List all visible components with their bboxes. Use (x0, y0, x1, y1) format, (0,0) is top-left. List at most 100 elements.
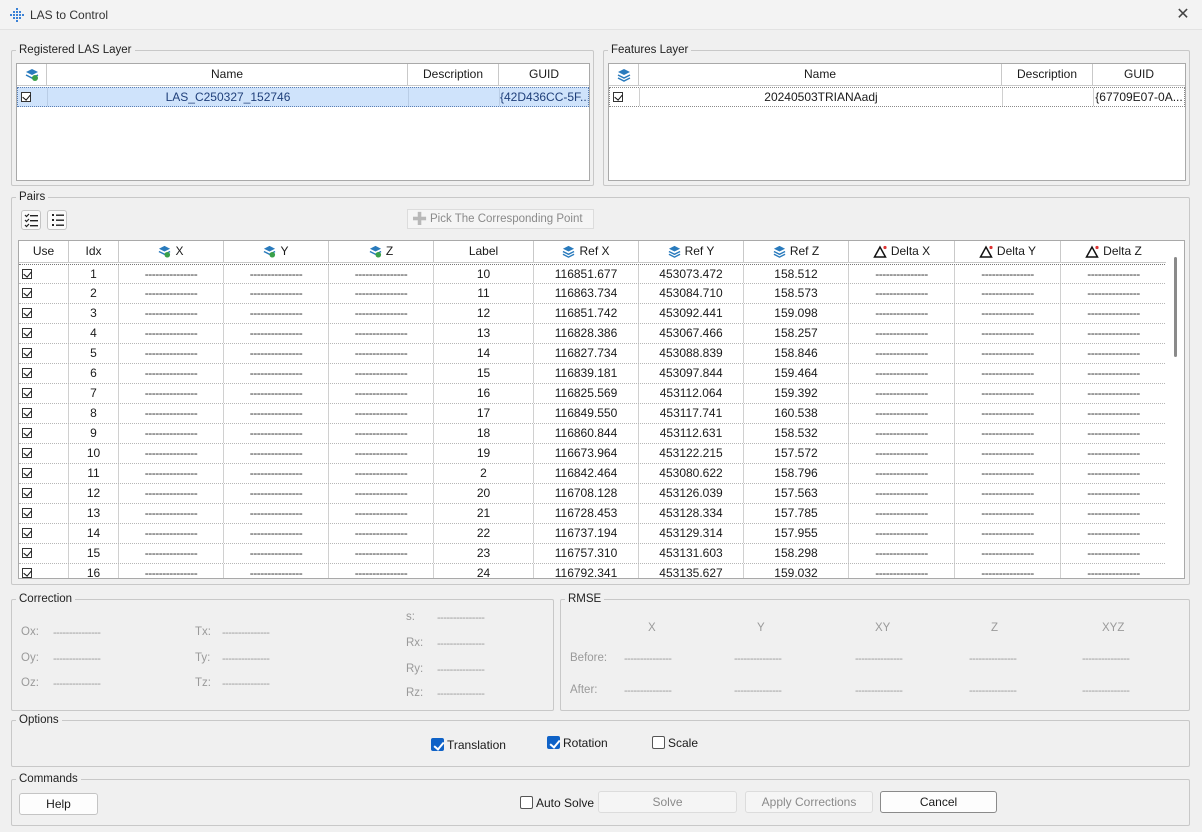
column-label[interactable]: Label (434, 241, 534, 262)
table-row[interactable]: 12 --------------- --------------- --------… (19, 484, 1167, 504)
column-description[interactable]: Description (408, 64, 499, 85)
layer-icon-column (609, 64, 639, 85)
column-z[interactable]: Z (329, 241, 434, 262)
table-row[interactable]: 20240503TRIANAadj {67709E07-0A... (609, 87, 1185, 107)
cell-ref-x: 116851.742 (534, 304, 639, 323)
translation-checkbox[interactable] (431, 738, 444, 752)
use-checkbox[interactable] (22, 507, 32, 518)
cell-use[interactable] (19, 504, 69, 523)
table-row[interactable]: 11 --------------- --------------- --------… (19, 464, 1167, 484)
row-check[interactable] (610, 88, 640, 106)
pick-corresponding-point-button[interactable]: ✚ Pick The Corresponding Point (407, 209, 594, 229)
close-button[interactable]: ✕ (1172, 4, 1194, 26)
cell-use[interactable] (19, 364, 69, 383)
table-row[interactable]: 13 --------------- --------------- --------… (19, 504, 1167, 524)
column-delta-z[interactable]: Delta Z (1061, 241, 1167, 262)
rmse-col-z: Z (991, 622, 999, 634)
cell-use[interactable] (19, 484, 69, 503)
use-checkbox[interactable] (22, 487, 32, 498)
table-row[interactable]: 5 --------------- --------------- ---------… (19, 344, 1167, 364)
column-delta-y[interactable]: Delta Y (955, 241, 1061, 262)
use-checkbox[interactable] (22, 268, 32, 279)
table-row[interactable]: 7 --------------- --------------- ---------… (19, 384, 1167, 404)
table-row[interactable]: LAS_C250327_152746 {42D436CC-5F... (17, 87, 589, 107)
use-checkbox[interactable] (22, 547, 32, 558)
table-row[interactable]: 10 --------------- --------------- --------… (19, 444, 1167, 464)
table-row[interactable]: 8 --------------- --------------- ---------… (19, 404, 1167, 424)
rotation-option[interactable]: Rotation (547, 736, 608, 751)
check-all-button[interactable] (21, 210, 41, 230)
auto-solve-option[interactable]: Auto Solve (520, 796, 594, 811)
table-row[interactable]: 14 --------------- --------------- --------… (19, 524, 1167, 544)
use-checkbox[interactable] (22, 367, 32, 378)
cell-use[interactable] (19, 464, 69, 483)
table-row[interactable]: 9 --------------- --------------- ---------… (19, 424, 1167, 444)
table-row[interactable]: 4 --------------- --------------- ---------… (19, 324, 1167, 344)
table-row[interactable]: 1 --------------- --------------- ---------… (19, 264, 1167, 284)
pairs-legend: Pairs (16, 190, 49, 204)
las-layer-table[interactable]: Name Description GUID LAS_C250327_152746… (16, 63, 590, 181)
auto-solve-checkbox[interactable] (520, 796, 533, 810)
cell-use[interactable] (19, 284, 69, 303)
reference-layers-icon (668, 246, 680, 259)
use-checkbox[interactable] (22, 467, 32, 478)
column-ref-y[interactable]: Ref Y (639, 241, 744, 262)
use-checkbox[interactable] (22, 567, 32, 578)
help-button[interactable]: Help (19, 793, 98, 815)
column-description[interactable]: Description (1002, 64, 1093, 85)
rotation-checkbox[interactable] (547, 736, 560, 750)
pairs-table[interactable]: Use Idx X Y Z Label Ref X Ref Y Ref Z Delta X Delt… (18, 240, 1185, 579)
column-delta-x[interactable]: Delta X (849, 241, 955, 262)
use-checkbox[interactable] (22, 527, 32, 538)
cell-use[interactable] (19, 444, 69, 463)
column-name[interactable]: Name (47, 64, 408, 85)
cell-use[interactable] (19, 564, 69, 578)
uncheck-all-button[interactable] (47, 210, 67, 230)
cell-use[interactable] (19, 344, 69, 363)
use-checkbox[interactable] (22, 307, 32, 318)
cell-use[interactable] (19, 384, 69, 403)
cell-use[interactable] (19, 404, 69, 423)
column-y[interactable]: Y (224, 241, 329, 262)
column-use[interactable]: Use (19, 241, 69, 262)
column-guid[interactable]: GUID (1093, 64, 1185, 85)
column-guid[interactable]: GUID (499, 64, 589, 85)
use-checkbox[interactable] (22, 327, 32, 338)
table-row[interactable]: 2 --------------- --------------- ---------… (19, 284, 1167, 304)
features-layer-table[interactable]: Name Description GUID 20240503TRIANAadj … (608, 63, 1186, 181)
column-name[interactable]: Name (639, 64, 1002, 85)
column-ref-z[interactable]: Ref Z (744, 241, 849, 262)
table-row[interactable]: 15 --------------- --------------- --------… (19, 544, 1167, 564)
table-row[interactable]: 6 --------------- --------------- ---------… (19, 364, 1167, 384)
cell-use[interactable] (19, 265, 69, 283)
use-checkbox[interactable] (22, 287, 32, 298)
use-checkbox[interactable] (22, 407, 32, 418)
column-idx[interactable]: Idx (69, 241, 119, 262)
scale-option[interactable]: Scale (652, 736, 698, 751)
use-checkbox[interactable] (22, 427, 32, 438)
vertical-scrollbar[interactable] (1166, 241, 1184, 578)
use-checkbox[interactable] (22, 387, 32, 398)
column-x[interactable]: X (119, 241, 224, 262)
scale-checkbox[interactable] (652, 736, 665, 750)
column-ref-x[interactable]: Ref X (534, 241, 639, 262)
translation-option[interactable]: Translation (431, 738, 506, 753)
table-row[interactable]: 16 --------------- --------------- --------… (19, 564, 1167, 578)
cell-ref-z: 159.464 (744, 364, 849, 383)
cell-use[interactable] (19, 424, 69, 443)
cell-use[interactable] (19, 524, 69, 543)
use-checkbox[interactable] (22, 447, 32, 458)
cancel-button[interactable]: Cancel (880, 791, 997, 813)
use-checkbox[interactable] (22, 347, 32, 358)
cell-use[interactable] (19, 304, 69, 323)
rmse-after-z: --------------- (969, 685, 1017, 697)
table-row[interactable]: 3 --------------- --------------- ---------… (19, 304, 1167, 324)
cell-use[interactable] (19, 324, 69, 343)
cell-use[interactable] (19, 544, 69, 563)
apply-corrections-button[interactable]: Apply Corrections (745, 791, 873, 813)
solve-button[interactable]: Solve (598, 791, 737, 813)
cell-x: --------------- (119, 364, 224, 383)
layer-guid: {67709E07-0A... (1095, 90, 1183, 104)
scroll-thumb[interactable] (1174, 257, 1177, 357)
row-check[interactable] (18, 88, 48, 106)
